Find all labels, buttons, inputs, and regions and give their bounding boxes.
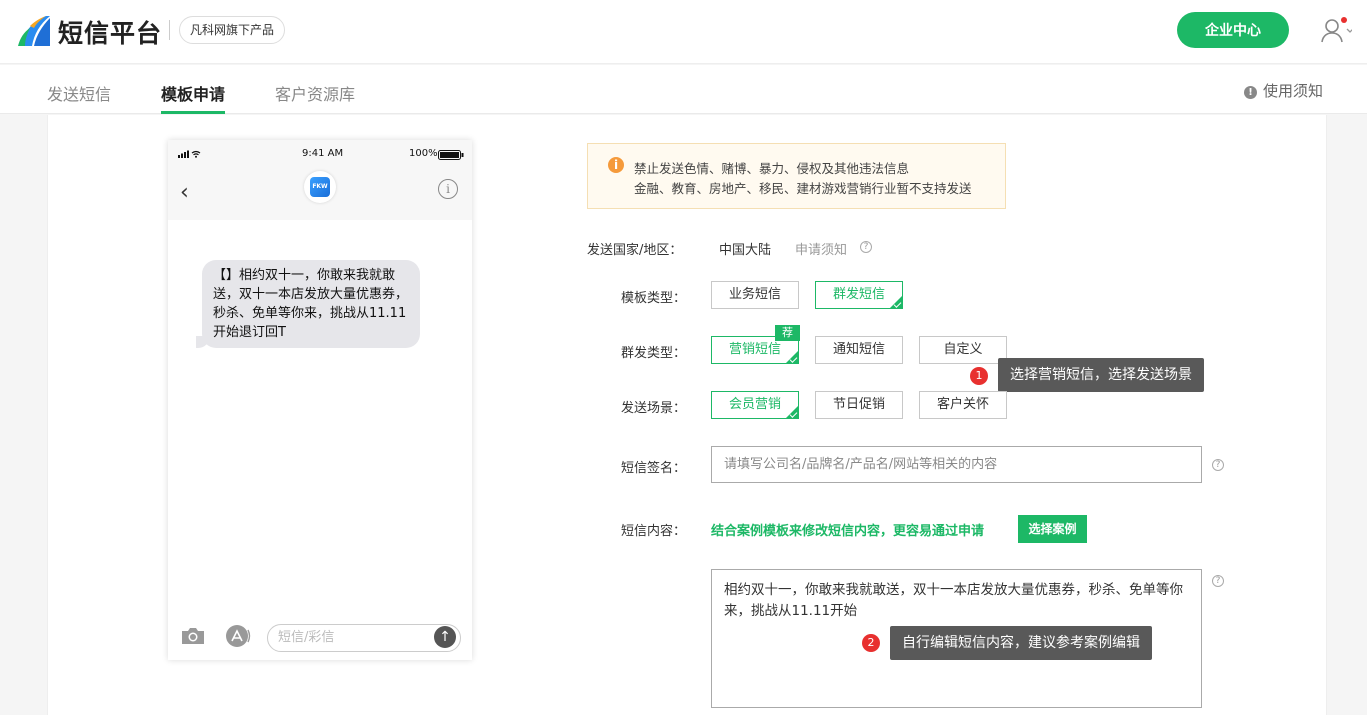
top-header: 短信平台 凡科网旗下产品 企业中心 xyxy=(0,0,1367,64)
back-arrow-icon[interactable]: ‹ xyxy=(180,180,189,205)
signature-help-icon[interactable]: ? xyxy=(1212,459,1224,471)
template-type-label: 模板类型： xyxy=(621,291,687,306)
warning-icon: i xyxy=(608,157,624,173)
sub-brand-badge[interactable]: 凡科网旗下产品 xyxy=(179,16,286,44)
option-member-marketing[interactable]: 会员营销 xyxy=(711,391,799,419)
signal-wifi-icon xyxy=(178,150,201,158)
sms-platform-logo-icon[interactable] xyxy=(16,12,52,48)
send-arrow-icon[interactable]: ↑ xyxy=(434,626,456,648)
contact-avatar: FKW xyxy=(304,171,336,203)
option-group-sms[interactable]: 群发短信 xyxy=(815,281,903,309)
option-notification-sms[interactable]: 通知短信 xyxy=(815,336,903,364)
camera-icon[interactable] xyxy=(180,626,206,646)
sms-message-bubble: 【】相约双十一，你敢来我就敢送，双十一本店发放大量优惠券，秒杀、免单等你来，挑战… xyxy=(202,260,420,348)
recommend-badge: 荐 xyxy=(775,325,800,341)
check-icon xyxy=(785,405,799,419)
check-icon xyxy=(785,350,799,364)
tip-1: 选择营销短信，选择发送场景 xyxy=(998,358,1204,392)
tab-template-apply[interactable]: 模板申请 xyxy=(161,81,225,105)
info-icon[interactable]: i xyxy=(438,179,458,199)
signature-input[interactable]: 请填写公司名/品牌名/产品名/网站等相关的内容 xyxy=(711,446,1202,483)
brand-title[interactable]: 短信平台 xyxy=(58,14,162,50)
main-nav: 发送短信 模板申请 客户资源库 ! 使用须知 xyxy=(0,65,1367,114)
signature-label: 短信签名： xyxy=(621,461,687,476)
option-custom[interactable]: 自定义 xyxy=(919,336,1007,364)
app-store-icon[interactable] xyxy=(224,624,252,648)
usage-notice-link[interactable]: ! 使用须知 xyxy=(1244,80,1323,101)
question-icon[interactable]: ? xyxy=(860,241,872,253)
tip-1-number: 1 xyxy=(970,367,988,385)
country-label: 发送国家/地区： xyxy=(587,243,683,258)
check-icon xyxy=(889,295,903,309)
enterprise-center-button[interactable]: 企业中心 xyxy=(1177,12,1289,48)
tip-2-number: 2 xyxy=(862,634,880,652)
tab-customer-resources[interactable]: 客户资源库 xyxy=(275,81,355,105)
phone-header: 9:41 AM 100% ‹ FKW i xyxy=(168,140,472,220)
phone-time: 9:41 AM xyxy=(302,148,344,159)
active-tab-underline xyxy=(161,111,225,114)
option-business-sms[interactable]: 业务短信 xyxy=(711,281,799,309)
option-customer-care[interactable]: 客户关怀 xyxy=(919,391,1007,419)
content-label: 短信内容： xyxy=(621,524,687,539)
warning-line-2: 金融、教育、房地产、移民、建材游戏营销行业暂不支持发送 xyxy=(634,181,972,196)
fkw-logo: FKW xyxy=(310,177,330,197)
option-group-sms-label: 群发短信 xyxy=(832,287,885,302)
user-account-icon[interactable] xyxy=(1320,16,1352,46)
exclamation-icon: ! xyxy=(1244,86,1257,99)
warning-notice: i 禁止发送色情、赌博、暴力、侵权及其他违法信息 金融、教育、房地产、移民、建材… xyxy=(587,143,1006,209)
apply-notice-link[interactable]: 申请须知 xyxy=(795,239,847,258)
option-member-marketing-label: 会员营销 xyxy=(728,397,781,412)
select-case-button[interactable]: 选择案例 xyxy=(1018,515,1087,543)
country-value: 中国大陆 xyxy=(719,243,772,258)
tip-2: 自行编辑短信内容，建议参考案例编辑 xyxy=(890,626,1152,660)
usage-notice-label: 使用须知 xyxy=(1263,82,1324,100)
message-input[interactable]: 短信/彩信 xyxy=(267,624,461,652)
battery-percent: 100% xyxy=(409,148,438,159)
option-holiday-promo[interactable]: 节日促销 xyxy=(815,391,903,419)
group-type-label: 群发类型： xyxy=(621,346,687,361)
phone-preview: 9:41 AM 100% ‹ FKW i 【】相约双十一，你敢来我就敢送，双十一… xyxy=(168,140,472,660)
option-marketing-sms-label: 营销短信 xyxy=(728,342,781,357)
content-help-icon[interactable]: ? xyxy=(1212,575,1224,587)
brand-divider xyxy=(169,20,170,40)
tab-send-sms[interactable]: 发送短信 xyxy=(47,81,111,105)
scene-label: 发送场景： xyxy=(621,401,687,416)
warning-line-1: 禁止发送色情、赌博、暴力、侵权及其他违法信息 xyxy=(634,161,910,176)
content-hint: 结合案例模板来修改短信内容，更容易通过申请 xyxy=(711,524,985,539)
battery-icon xyxy=(438,150,464,160)
